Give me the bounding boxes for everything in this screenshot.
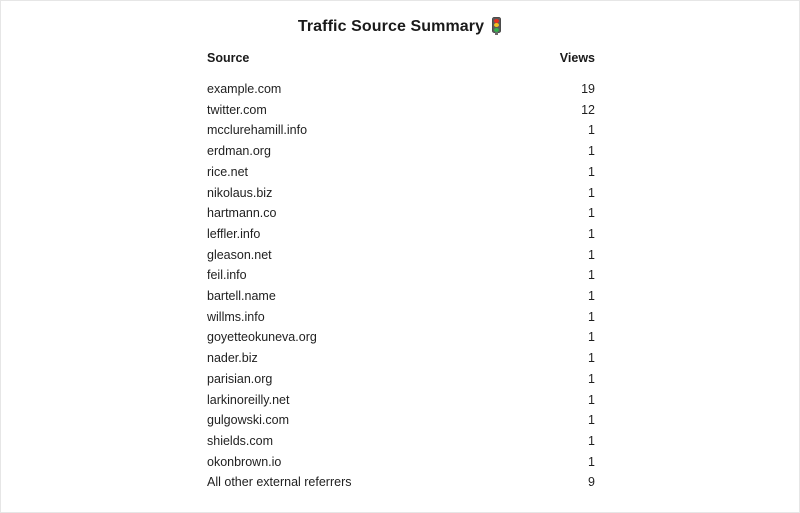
cell-source: rice.net — [207, 164, 248, 179]
table-row: feil.info 1 — [207, 265, 595, 286]
cell-source: erdman.org — [207, 144, 271, 159]
table-row: erdman.org 1 — [207, 141, 595, 162]
table-row: parisian.org 1 — [207, 369, 595, 390]
cell-source: parisian.org — [207, 371, 273, 386]
cell-views: 1 — [588, 185, 595, 200]
table-row: willms.info 1 — [207, 307, 595, 328]
traffic-light-icon — [491, 17, 502, 35]
table-row: All other external referrers 9 — [207, 472, 595, 493]
cell-views: 1 — [588, 413, 595, 428]
cell-source: goyetteokuneva.org — [207, 330, 317, 345]
page-title: Traffic Source Summary — [1, 17, 799, 37]
column-header-views: Views — [559, 51, 595, 65]
traffic-light-red-lamp — [494, 18, 500, 23]
cell-source: shields.com — [207, 433, 273, 448]
table-header: Source Views — [207, 51, 595, 79]
table-row: mcclurehamill.info 1 — [207, 120, 595, 141]
cell-views: 9 — [588, 475, 595, 490]
cell-views: 1 — [588, 268, 595, 283]
cell-views: 1 — [588, 226, 595, 241]
cell-source: feil.info — [207, 268, 247, 283]
table-row: gulgowski.com 1 — [207, 410, 595, 431]
cell-views: 1 — [588, 144, 595, 159]
traffic-source-table-wrapper: Source Views example.com 19 twitter.com 12 m… — [207, 51, 595, 493]
report-page: Traffic Source Summary Source Views exam… — [0, 0, 800, 513]
cell-views: 1 — [588, 206, 595, 221]
cell-views: 19 — [581, 82, 595, 96]
traffic-source-table: Source Views example.com 19 twitter.com 12 m… — [207, 51, 595, 493]
cell-source: hartmann.co — [207, 206, 277, 221]
table-row: twitter.com 12 — [207, 100, 595, 121]
table-row: nader.biz 1 — [207, 348, 595, 369]
cell-views: 1 — [588, 123, 595, 138]
cell-source: gulgowski.com — [207, 413, 289, 428]
cell-views: 1 — [588, 309, 595, 324]
cell-source: gleason.net — [207, 247, 272, 262]
table-row: example.com 19 — [207, 79, 595, 100]
cell-views: 1 — [588, 454, 595, 469]
cell-source: mcclurehamill.info — [207, 123, 308, 138]
table-row: bartell.name 1 — [207, 286, 595, 307]
table-row: leffler.info 1 — [207, 224, 595, 245]
traffic-light-pole — [495, 32, 499, 35]
cell-source: twitter.com — [207, 102, 267, 117]
cell-views: 1 — [588, 371, 595, 386]
cell-source: example.com — [207, 82, 282, 96]
table-header-row: Source Views — [207, 51, 595, 79]
cell-source: okonbrown.io — [207, 454, 282, 469]
page-title-text: Traffic Source Summary — [297, 18, 485, 35]
column-header-source: Source — [207, 51, 250, 65]
cell-source: willms.info — [207, 309, 265, 324]
table-row: okonbrown.io 1 — [207, 452, 595, 473]
cell-source: nikolaus.biz — [207, 185, 273, 200]
table-row: shields.com 1 — [207, 431, 595, 452]
table-row: larkinoreilly.net 1 — [207, 390, 595, 411]
cell-views: 12 — [581, 102, 595, 117]
cell-views: 1 — [588, 247, 595, 262]
cell-source: nader.biz — [207, 351, 258, 366]
cell-views: 1 — [588, 289, 595, 304]
table-body: example.com 19 twitter.com 12 mcclurehamill.… — [207, 79, 595, 493]
cell-source: All other external referrers — [207, 475, 352, 490]
cell-source: larkinoreilly.net — [207, 392, 290, 407]
cell-views: 1 — [588, 330, 595, 345]
table-row: nikolaus.biz 1 — [207, 183, 595, 204]
cell-views: 1 — [588, 351, 595, 366]
cell-source: bartell.name — [207, 289, 276, 304]
cell-views: 1 — [588, 392, 595, 407]
cell-source: leffler.info — [207, 226, 261, 241]
cell-views: 1 — [588, 164, 595, 179]
table-row: goyetteokuneva.org 1 — [207, 327, 595, 348]
cell-views: 1 — [588, 433, 595, 448]
table-row: gleason.net 1 — [207, 245, 595, 266]
table-row: rice.net 1 — [207, 162, 595, 183]
table-row: hartmann.co 1 — [207, 203, 595, 224]
traffic-light-green-lamp — [494, 27, 500, 32]
